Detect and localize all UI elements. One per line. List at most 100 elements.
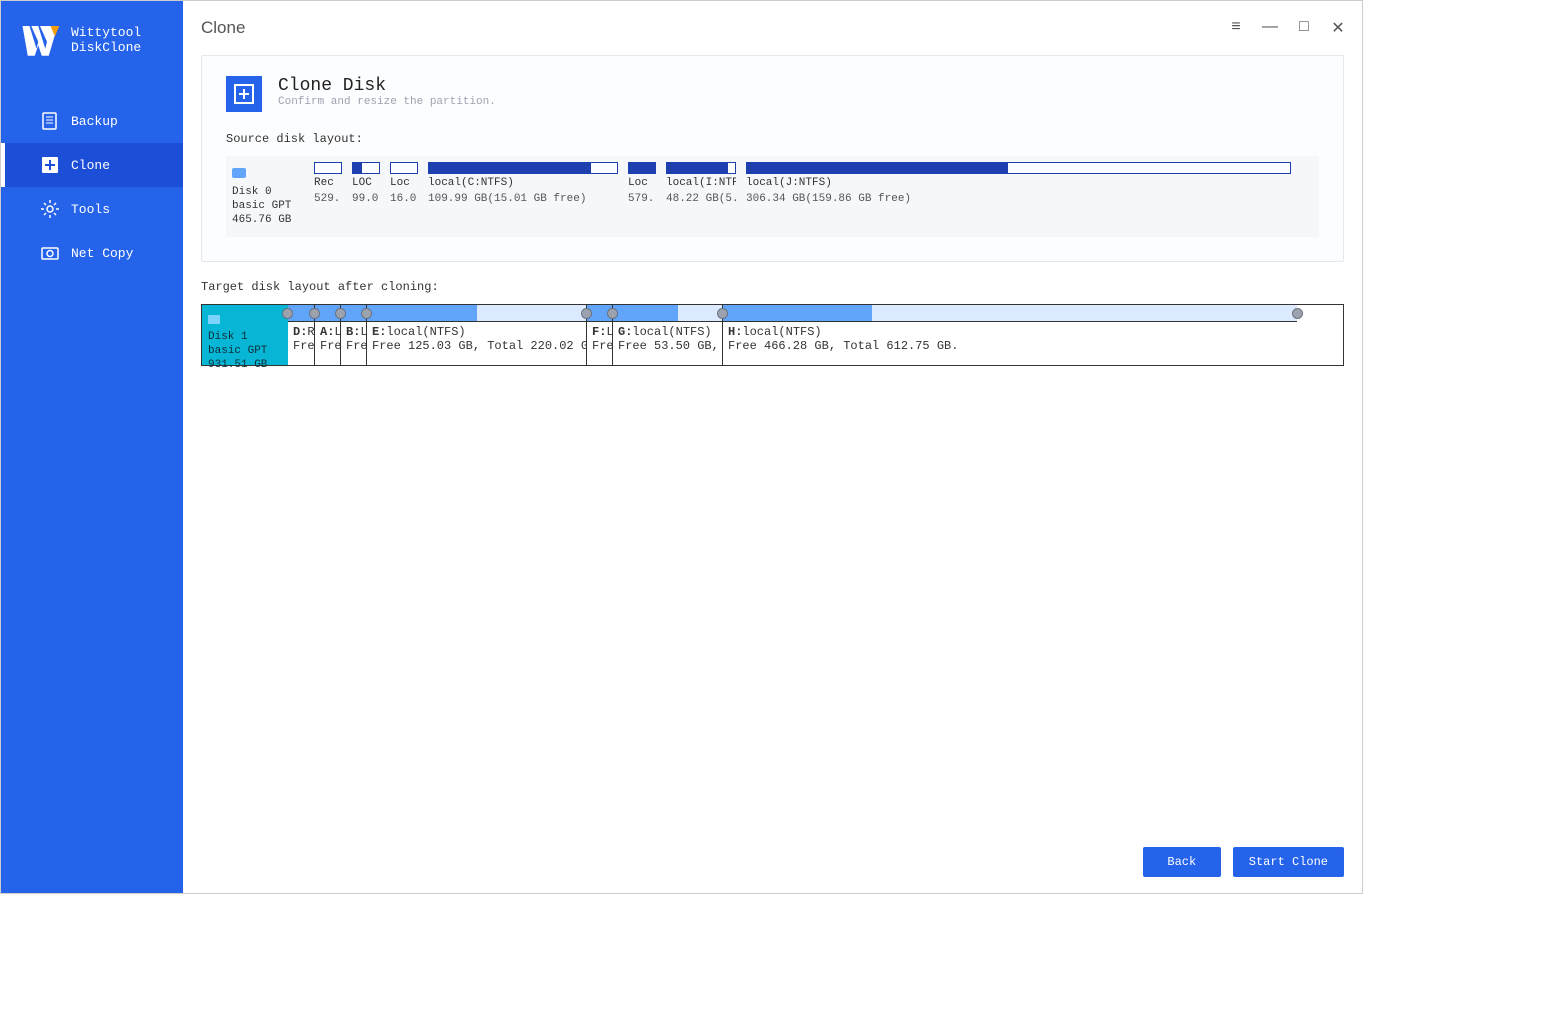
content: Clone Disk Confirm and resize the partit… [183, 55, 1362, 893]
disk-icon [208, 315, 220, 324]
usage-bar [666, 162, 736, 174]
disk-type: basic GPT [208, 344, 282, 358]
usage-bar [613, 305, 722, 322]
target-disk-info: Disk 1 basic GPT 931.51 GB [202, 305, 288, 365]
usage-bar [367, 305, 586, 322]
disk-type: basic GPT [232, 199, 300, 213]
source-layout: Disk 0 basic GPT 465.76 GB Rec 529. LOC 99.… [226, 156, 1319, 237]
partition-meta: 306.34 GB(159.86 GB free) [746, 193, 1291, 205]
doc-icon [41, 112, 59, 130]
disk-icon [232, 168, 246, 178]
partition-meta: 579. [628, 193, 656, 205]
source-label: Source disk layout: [226, 132, 1319, 146]
maximize-icon[interactable]: □ [1296, 18, 1312, 38]
source-disk-info: Disk 0 basic GPT 465.76 GB [226, 162, 304, 227]
source-partition: Rec 529. [314, 162, 342, 205]
app-logo: Wittytool DiskClone [1, 1, 183, 81]
usage-bar [390, 162, 418, 174]
partition-meta: 16.0 [390, 193, 418, 205]
source-partition: local(I:NTF 48.22 GB(5.2 [666, 162, 736, 205]
titlebar: Clone ≡ — □ ✕ [183, 1, 1362, 55]
partition-label: LOC [352, 177, 380, 190]
target-partitions: D:RFreA:LFreB:LFreE:local(NTFS)Free 125.… [288, 305, 1343, 365]
partition-label: H:local(NTFS)Free 466.28 GB, Total 612.7… [723, 322, 1297, 365]
disk-size: 465.76 GB [232, 213, 300, 227]
partition-label: G:local(NTFS)Free 53.50 GB, [613, 322, 722, 365]
usage-bar [314, 162, 342, 174]
partition-label: E:local(NTFS)Free 125.03 GB, Total 220.0… [367, 322, 586, 365]
resize-handle-left[interactable] [309, 308, 320, 319]
resize-handle-left[interactable] [361, 308, 372, 319]
app-name-1: Wittytool [71, 25, 141, 40]
sidebar-item-label: Net Copy [71, 246, 133, 261]
nav: Backup Clone Tools Net Copy [1, 99, 183, 275]
partition-meta: 48.22 GB(5.2 [666, 193, 736, 205]
sidebar: Wittytool DiskClone Backup Clone Tools N… [1, 1, 183, 893]
clone-card: Clone Disk Confirm and resize the partit… [201, 55, 1344, 262]
page-title: Clone [201, 18, 245, 38]
target-label: Target disk layout after cloning: [201, 280, 1344, 294]
disk-name: Disk 0 [232, 185, 300, 199]
resize-handle-left[interactable] [607, 308, 618, 319]
resize-handle-left[interactable] [581, 308, 592, 319]
sidebar-item-label: Backup [71, 114, 118, 129]
source-partition: local(C:NTFS) 109.99 GB(15.01 GB free) [428, 162, 618, 205]
sidebar-item-tools[interactable]: Tools [1, 187, 183, 231]
usage-bar [723, 305, 1297, 322]
card-title: Clone Disk [278, 76, 496, 96]
sidebar-item-label: Tools [71, 202, 110, 217]
partition-label: local(I:NTF [666, 177, 736, 190]
minimize-icon[interactable]: — [1262, 18, 1278, 38]
disk-size: 931.51 GB [208, 358, 282, 372]
partition-meta: 109.99 GB(15.01 GB free) [428, 193, 618, 205]
card-subtitle: Confirm and resize the partition. [278, 96, 496, 108]
start-clone-button[interactable]: Start Clone [1233, 847, 1344, 877]
target-partition[interactable]: G:local(NTFS)Free 53.50 GB, [612, 305, 722, 365]
resize-handle-left[interactable] [335, 308, 346, 319]
partition-label: B:LFre [341, 322, 366, 365]
partition-meta: 99.0 [352, 193, 380, 205]
sidebar-item-label: Clone [71, 158, 110, 173]
resize-handle-right[interactable] [1292, 308, 1303, 319]
partition-label: local(C:NTFS) [428, 177, 618, 190]
footer: Back Start Clone [1143, 847, 1344, 877]
target-partition[interactable]: H:local(NTFS)Free 466.28 GB, Total 612.7… [722, 305, 1297, 365]
close-icon[interactable]: ✕ [1330, 18, 1346, 38]
menu-icon[interactable]: ≡ [1228, 18, 1244, 38]
sidebar-item-netcopy[interactable]: Net Copy [1, 231, 183, 275]
sidebar-item-backup[interactable]: Backup [1, 99, 183, 143]
target-section: Target disk layout after cloning: Disk 1… [201, 280, 1344, 366]
target-partition[interactable]: E:local(NTFS)Free 125.03 GB, Total 220.0… [366, 305, 586, 365]
source-partition: Loc 579. [628, 162, 656, 205]
logo-icon [19, 19, 61, 61]
usage-bar [428, 162, 618, 174]
disk-name: Disk 1 [208, 330, 282, 344]
source-partition: LOC 99.0 [352, 162, 380, 205]
partition-label: A:LFre [315, 322, 340, 365]
back-button[interactable]: Back [1143, 847, 1221, 877]
resize-handle-left[interactable] [282, 308, 293, 319]
plus-box-icon [41, 156, 59, 174]
usage-bar [352, 162, 380, 174]
usage-bar [746, 162, 1291, 174]
source-partition: Loc 16.0 [390, 162, 418, 205]
partition-label: F:LFre [587, 322, 612, 365]
window-controls: ≡ — □ ✕ [1228, 18, 1346, 38]
usage-bar [628, 162, 656, 174]
source-partition: local(J:NTFS) 306.34 GB(159.86 GB free) [746, 162, 1291, 205]
camera-icon [41, 244, 59, 262]
app-name-2: DiskClone [71, 40, 141, 55]
gear-icon [41, 200, 59, 218]
partition-meta: 529. [314, 193, 342, 205]
main: Clone ≡ — □ ✕ Clone Disk Confirm and res… [183, 1, 1362, 893]
partition-label: D:RFre [288, 322, 314, 365]
partition-label: local(J:NTFS) [746, 177, 1291, 190]
source-partitions: Rec 529. LOC 99.0 Loc 16.0 local(C:NTFS) 109.99… [314, 162, 1309, 205]
resize-handle-left[interactable] [717, 308, 728, 319]
partition-label: Loc [390, 177, 418, 190]
sidebar-item-clone[interactable]: Clone [1, 143, 183, 187]
partition-label: Loc [628, 177, 656, 190]
clone-disk-icon [226, 76, 262, 112]
partition-label: Rec [314, 177, 342, 190]
target-layout: Disk 1 basic GPT 931.51 GB D:RFreA:LFreB… [201, 304, 1344, 366]
